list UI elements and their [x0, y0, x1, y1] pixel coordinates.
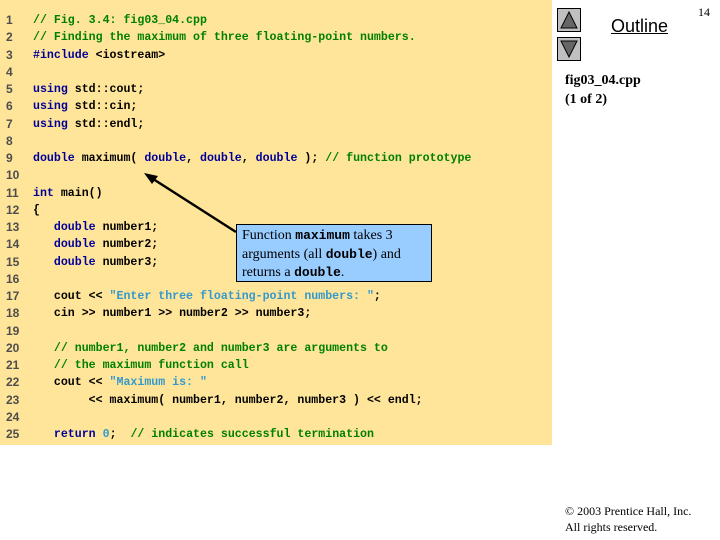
copyright-line-2: All rights reserved. — [565, 520, 658, 534]
arrow-head — [144, 173, 158, 184]
previous-slide-button[interactable] — [557, 8, 581, 32]
file-part: (1 of 2) — [565, 92, 607, 107]
copyright-line-1: © 2003 Prentice Hall, Inc. — [565, 504, 692, 518]
callout-text-1: Function — [242, 228, 296, 243]
callout-code-double-2: double — [294, 265, 341, 280]
callout-code-double-1: double — [325, 246, 373, 262]
file-name: fig03_04.cpp — [565, 73, 641, 88]
file-info: fig03_04.cpp (1 of 2) — [565, 71, 641, 109]
callout-box: Function maximum takes 3 arguments (all … — [236, 224, 432, 282]
triangle-up-icon — [560, 11, 578, 29]
page-number: 14 — [698, 5, 710, 19]
callout-code-maximum: maximum — [295, 228, 350, 243]
next-slide-button[interactable] — [557, 37, 581, 61]
callout-text-4: . — [340, 265, 345, 280]
arrow-line — [149, 175, 237, 234]
outline-link[interactable]: Outline — [611, 16, 668, 37]
triangle-down-icon — [560, 40, 578, 58]
copyright: © 2003 Prentice Hall, Inc. All rights re… — [565, 503, 691, 535]
